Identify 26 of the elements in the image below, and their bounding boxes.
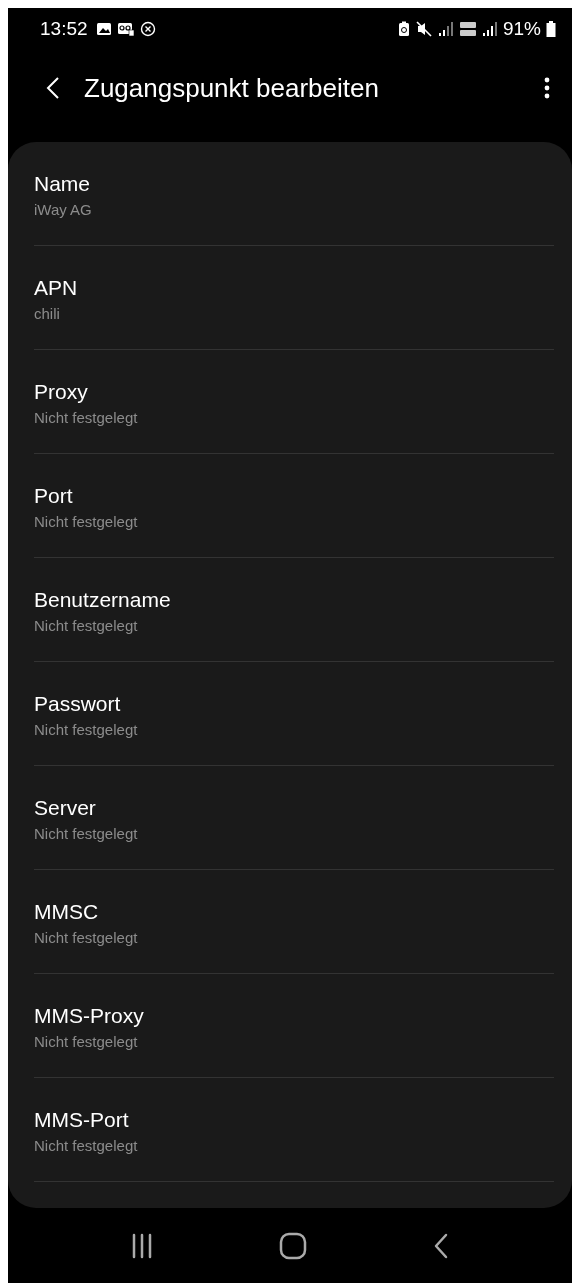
blocked-icon [139,21,156,37]
home-icon [279,1231,307,1260]
battery-percentage: 91% [502,18,541,40]
back-icon [433,1232,449,1259]
battery-icon [546,21,556,37]
signal-icon [437,21,454,37]
setting-item[interactable]: Passwort Nicht festgelegt [34,662,554,766]
voicemail-icon [116,22,135,36]
image-icon [95,22,112,36]
setting-item[interactable]: Port Nicht festgelegt [34,454,554,558]
signal-icon [481,21,498,37]
setting-item[interactable]: Proxy Nicht festgelegt [34,350,554,454]
page-title: Zugangspunkt bearbeiten [84,72,380,104]
more-options-icon [544,76,550,100]
setting-item[interactable]: MMS-Proxy Nicht festgelegt [34,974,554,1078]
setting-item[interactable]: MMSC Nicht festgelegt [34,870,554,974]
setting-item[interactable]: APN chili [34,246,554,350]
status-time: 13:52 [40,18,88,40]
mute-icon [414,21,433,37]
back-icon [46,76,60,100]
recent-apps-icon [131,1232,153,1259]
setting-item[interactable]: Server Nicht festgelegt [34,766,554,870]
setting-item[interactable]: Benutzername Nicht festgelegt [34,558,554,662]
battery-saver-icon [397,21,410,37]
setting-item[interactable]: Name iWay AG [34,142,554,246]
setting-item[interactable]: MMS-Port Nicht festgelegt [34,1078,554,1182]
